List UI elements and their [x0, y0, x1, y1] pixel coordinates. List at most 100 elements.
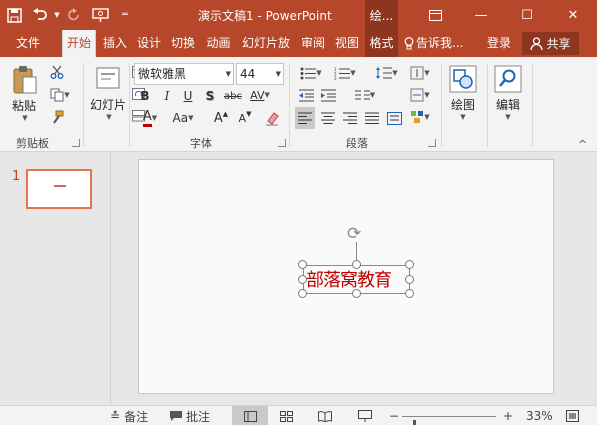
bold-button[interactable]: B: [138, 87, 152, 105]
clipboard-launcher-icon[interactable]: [72, 139, 80, 147]
maximize-button[interactable]: ☐: [504, 0, 550, 30]
group-divider: [532, 63, 533, 147]
tell-me-search[interactable]: 告诉我...: [404, 30, 476, 57]
resize-handle-ne[interactable]: [405, 260, 414, 269]
font-size-combo[interactable]: 44 ▼: [236, 63, 284, 85]
slide-textbox[interactable]: 部落窝教育: [306, 266, 392, 292]
line-spacing-button[interactable]: ▼: [372, 63, 402, 83]
drawing-button[interactable]: [447, 63, 479, 95]
slideshow-icon[interactable]: [86, 0, 114, 30]
distributed-icon[interactable]: [384, 107, 404, 129]
slide-thumbnail[interactable]: [26, 169, 92, 209]
resize-handle-s[interactable]: [352, 289, 361, 298]
font-launcher-icon[interactable]: [278, 139, 286, 147]
shrink-font-button[interactable]: A ▼: [236, 107, 254, 129]
reading-view-button[interactable]: [318, 406, 332, 425]
zoom-in-button[interactable]: +: [503, 406, 513, 425]
editing-button[interactable]: [493, 63, 523, 95]
character-spacing-button[interactable]: AV ▼: [246, 85, 274, 105]
bullets-button[interactable]: ▼: [296, 63, 326, 83]
new-slide-button[interactable]: [92, 63, 124, 93]
zoom-out-button[interactable]: −: [389, 406, 399, 425]
resize-handle-e[interactable]: [405, 275, 414, 284]
new-slide-dropdown[interactable]: ▼: [104, 112, 114, 122]
tab-slideshow[interactable]: 幻灯片放: [238, 30, 294, 57]
share-button[interactable]: 共享: [522, 32, 579, 55]
paste-dropdown[interactable]: ▼: [20, 113, 30, 123]
shrink-font-label: A: [238, 111, 247, 125]
convert-smartart-icon[interactable]: ▼: [406, 107, 434, 127]
cut-icon[interactable]: [48, 63, 66, 81]
fit-to-window-icon[interactable]: [566, 406, 579, 425]
comments-button[interactable]: 批注: [170, 406, 210, 425]
resize-handle-sw[interactable]: [298, 289, 307, 298]
tab-view[interactable]: 视图: [332, 30, 362, 57]
font-color-letter: A: [142, 109, 152, 127]
numbering-button[interactable]: 1 2 3 ▼: [330, 63, 360, 83]
tab-home[interactable]: 开始: [62, 30, 96, 57]
customize-qat-icon[interactable]: ═: [114, 0, 136, 30]
copy-icon[interactable]: ▼: [48, 86, 72, 104]
text-direction-icon[interactable]: ▼: [406, 63, 434, 83]
tab-file[interactable]: 文件: [8, 30, 48, 57]
undo-icon[interactable]: [28, 0, 52, 30]
paste-button[interactable]: [10, 63, 40, 97]
align-center-icon[interactable]: [318, 107, 338, 129]
tab-review[interactable]: 审阅: [297, 30, 329, 57]
shadow-button[interactable]: S: [203, 87, 217, 105]
strikethrough-button[interactable]: abc: [222, 87, 244, 105]
collapse-ribbon-icon[interactable]: ^: [578, 138, 587, 151]
align-right-icon[interactable]: [340, 107, 360, 129]
resize-handle-nw[interactable]: [298, 260, 307, 269]
font-size-value: 44: [240, 67, 256, 81]
drawing-dropdown[interactable]: ▼: [458, 112, 468, 122]
notes-button[interactable]: ≛ 备注: [110, 406, 148, 425]
rotate-handle-icon[interactable]: ⟳: [347, 224, 361, 244]
paragraph-launcher-icon[interactable]: [428, 139, 436, 147]
change-case-button[interactable]: Aa ▼: [168, 107, 198, 129]
group-divider: [487, 63, 488, 147]
columns-button[interactable]: ▼: [350, 85, 380, 105]
underline-button[interactable]: U: [181, 87, 195, 105]
reading-view-icon: [318, 410, 332, 422]
editing-dropdown[interactable]: ▼: [503, 112, 513, 122]
increase-indent-icon[interactable]: [318, 85, 338, 105]
tab-design[interactable]: 设计: [134, 30, 164, 57]
tab-insert[interactable]: 插入: [99, 30, 131, 57]
tab-format[interactable]: 格式: [365, 30, 398, 57]
clear-formatting-icon[interactable]: [262, 107, 282, 129]
close-button[interactable]: ✕: [550, 0, 596, 30]
sign-in-link[interactable]: 登录: [482, 30, 516, 57]
font-name-combo[interactable]: 微软雅黑 ▼: [134, 63, 234, 85]
italic-button[interactable]: I: [160, 87, 174, 105]
normal-view-button[interactable]: [232, 406, 268, 425]
zoom-level[interactable]: 33%: [526, 406, 553, 425]
align-text-icon[interactable]: ▼: [406, 85, 434, 105]
resize-handle-se[interactable]: [405, 289, 414, 298]
align-left-icon[interactable]: [295, 107, 315, 129]
justify-icon[interactable]: [362, 107, 382, 129]
decrease-indent-icon[interactable]: [296, 85, 316, 105]
drawing-tools-context-tab: 绘...: [365, 0, 398, 30]
undo-dropdown[interactable]: ▼: [52, 0, 62, 30]
redo-icon[interactable]: [62, 0, 86, 30]
resize-handle-w[interactable]: [298, 275, 307, 284]
minimize-button[interactable]: —: [458, 0, 504, 30]
zoom-slider[interactable]: [402, 416, 496, 425]
slide-sorter-button[interactable]: [280, 406, 293, 425]
font-color-button[interactable]: A ▼: [136, 107, 164, 129]
slideshow-view-button[interactable]: [358, 406, 372, 425]
group-divider: [289, 63, 290, 147]
format-painter-icon[interactable]: [48, 108, 66, 126]
ribbon-display-icon[interactable]: [412, 0, 458, 30]
tab-transitions[interactable]: 切换: [167, 30, 199, 57]
save-icon[interactable]: [0, 0, 28, 30]
paragraph-group-label: 段落: [346, 137, 368, 150]
zoom-slider-thumb[interactable]: [413, 420, 416, 425]
grow-font-button[interactable]: A ▲: [212, 107, 230, 129]
resize-handle-n[interactable]: [352, 260, 361, 269]
tab-animations[interactable]: 动画: [202, 30, 235, 57]
tell-me-label: 告诉我...: [416, 36, 464, 50]
thumbnail-text: [54, 185, 66, 187]
vertical-scrollbar[interactable]: [586, 153, 597, 405]
